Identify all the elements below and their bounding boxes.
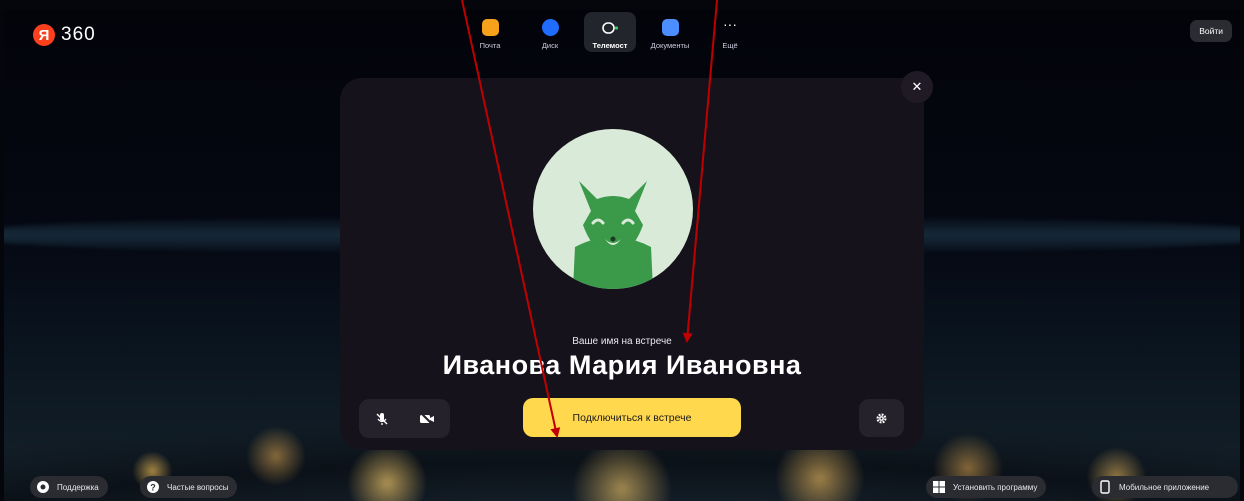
install-app-button[interactable]: Установить программу xyxy=(926,476,1047,498)
close-icon: ✕ xyxy=(911,79,923,94)
faq-label: Частые вопросы xyxy=(167,482,229,492)
telemost-icon xyxy=(601,19,619,36)
logo-text: 360 xyxy=(61,24,96,45)
nav-label: Документы xyxy=(650,41,690,50)
services-nav: Почта Диск Телемост Документы ··· Ещё xyxy=(464,12,756,52)
nav-disk[interactable]: Диск xyxy=(524,12,576,52)
nav-label: Диск xyxy=(541,41,559,50)
camera-toggle[interactable] xyxy=(416,408,438,430)
faq-button[interactable]: ? Частые вопросы xyxy=(140,476,238,498)
mic-off-icon xyxy=(376,412,388,425)
mobile-app-button[interactable]: Мобильное приложение xyxy=(1092,476,1238,498)
windows-icon xyxy=(932,480,946,494)
yandex-360-logo[interactable]: Я 360 xyxy=(33,24,96,46)
fox-avatar-icon xyxy=(533,129,693,289)
gear-icon xyxy=(876,412,887,424)
support-button[interactable]: Поддержка xyxy=(30,476,108,498)
settings-button[interactable] xyxy=(859,399,904,437)
question-icon: ? xyxy=(146,480,160,494)
documents-icon xyxy=(661,19,679,36)
participant-name[interactable]: Иванова Мария Ивановна xyxy=(0,350,1244,381)
phone-icon xyxy=(1098,480,1112,494)
mobile-label: Мобильное приложение xyxy=(1119,482,1210,492)
svg-text:?: ? xyxy=(150,483,156,493)
nav-telemost[interactable]: Телемост xyxy=(584,12,636,52)
media-controls xyxy=(359,399,450,438)
microphone-toggle[interactable] xyxy=(371,408,393,430)
install-label: Установить программу xyxy=(953,482,1038,492)
logo-badge: Я xyxy=(33,24,55,46)
nav-label: Телемост xyxy=(592,41,628,50)
nav-mail[interactable]: Почта xyxy=(464,12,516,52)
nav-more[interactable]: ··· Ещё xyxy=(704,12,756,52)
close-button[interactable]: ✕ xyxy=(901,71,933,103)
nav-documents[interactable]: Документы xyxy=(644,12,696,52)
nav-label: Почта xyxy=(479,41,501,50)
join-meeting-button[interactable]: Подключиться к встрече xyxy=(523,398,741,437)
login-button[interactable]: Войти xyxy=(1190,20,1232,42)
more-icon: ··· xyxy=(723,16,737,32)
mail-icon xyxy=(481,19,499,36)
name-label: Ваше имя на встрече xyxy=(572,336,672,347)
support-icon xyxy=(36,480,50,494)
nav-label: Ещё xyxy=(722,41,738,50)
support-label: Поддержка xyxy=(57,482,99,492)
disk-icon xyxy=(541,19,559,36)
camera-off-icon xyxy=(420,411,435,426)
